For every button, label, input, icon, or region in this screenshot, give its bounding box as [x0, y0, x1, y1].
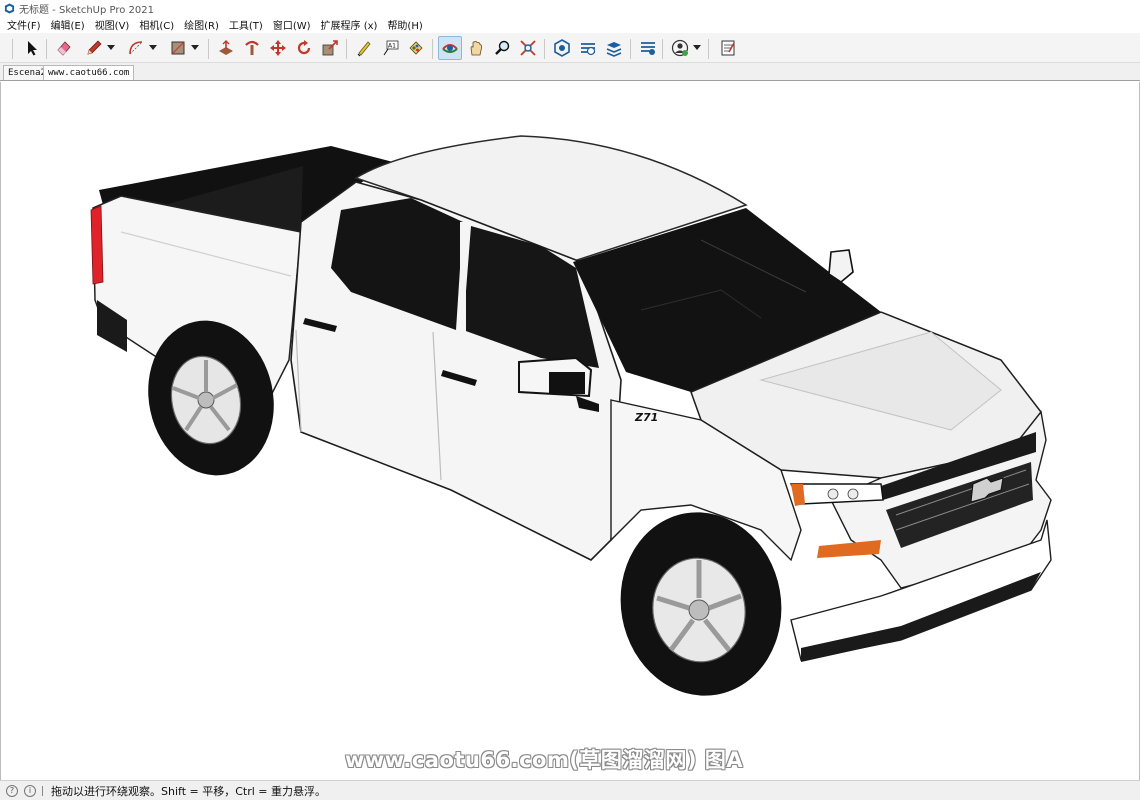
move-tool-button[interactable]: [266, 36, 290, 60]
scene-tab-bar: Escena2 www.caotu66.com: [0, 63, 1140, 81]
toolbar-separator: [12, 39, 13, 59]
scale-icon: [322, 40, 338, 56]
extension-warehouse-button[interactable]: [576, 36, 600, 60]
ruby-console-icon: [641, 42, 655, 55]
window-title: 无标题 - SketchUp Pro 2021: [19, 4, 154, 16]
orbit-tool-button[interactable]: [438, 36, 462, 60]
zoom-icon: [495, 40, 510, 55]
menu-edit[interactable]: 编辑(E): [46, 17, 90, 32]
ruby-console-button[interactable]: [636, 36, 660, 60]
user-account-icon: [671, 39, 689, 57]
toolbar-separator: [708, 39, 709, 59]
text-tool-button[interactable]: A1: [378, 36, 402, 60]
user-account-button[interactable]: [668, 36, 701, 60]
scale-tool-button[interactable]: [318, 36, 342, 60]
menu-file[interactable]: 文件(F): [2, 17, 46, 32]
info-icon[interactable]: i: [24, 784, 36, 797]
tape-measure-tool-button[interactable]: [352, 36, 376, 60]
menu-window[interactable]: 窗口(W): [268, 17, 316, 32]
toolbar-separator: [46, 39, 47, 59]
arc-icon: [129, 41, 143, 55]
move-icon: [270, 40, 286, 56]
follow-me-icon: [245, 40, 259, 55]
menu-draw[interactable]: 绘图(R): [179, 17, 224, 32]
rectangle-icon: [171, 41, 185, 55]
toolbar-separator: [208, 39, 209, 59]
3d-warehouse-button[interactable]: [550, 36, 574, 60]
push-pull-tool-button[interactable]: [214, 36, 238, 60]
tape-measure-icon: [357, 41, 371, 57]
toolbar-separator: [346, 39, 347, 59]
pan-icon: [470, 40, 483, 56]
rotate-icon: [297, 40, 311, 55]
pan-tool-button[interactable]: [464, 36, 488, 60]
dialog-icon: [721, 40, 735, 56]
zoom-extents-icon: [520, 40, 536, 56]
toolbar: A1: [0, 33, 1140, 63]
3d-warehouse-icon: [554, 39, 570, 57]
orbit-icon: [442, 44, 458, 53]
toolbar-separator: [662, 39, 663, 59]
model-viewport[interactable]: Z71 www.caotu66.com(草图溜溜网) 图A: [0, 82, 1140, 780]
geo-location-icon[interactable]: ?: [6, 784, 18, 797]
rectangle-tool-button[interactable]: [166, 36, 199, 60]
select-icon: [28, 41, 37, 56]
zoom-tool-button[interactable]: [490, 36, 514, 60]
arc-tool-button[interactable]: [124, 36, 157, 60]
menu-bar: 文件(F) 编辑(E) 视图(V) 相机(C) 绘图(R) 工具(T) 窗口(W…: [0, 16, 1140, 33]
status-hint-text: 拖动以进行环绕观察。Shift = 平移，Ctrl = 重力悬浮。: [51, 784, 326, 798]
toolbar-separator: [432, 39, 433, 59]
svg-text:A1: A1: [388, 43, 396, 50]
sketchup-logo-icon: [4, 2, 15, 14]
menu-tools[interactable]: 工具(T): [224, 17, 268, 32]
eraser-tool-button[interactable]: [52, 36, 76, 60]
paint-bucket-tool-button[interactable]: [404, 36, 428, 60]
title-bar: 无标题 - SketchUp Pro 2021: [0, 0, 1140, 16]
menu-extensions[interactable]: 扩展程序 (x): [316, 17, 383, 32]
rotate-tool-button[interactable]: [292, 36, 316, 60]
pencil-line-icon: [87, 40, 102, 55]
eraser-icon: [57, 41, 71, 56]
layout-button[interactable]: [602, 36, 626, 60]
menu-camera[interactable]: 相机(C): [134, 17, 179, 32]
line-tool-button[interactable]: [82, 36, 115, 60]
menu-view[interactable]: 视图(V): [90, 17, 135, 32]
toolbar-separator: [630, 39, 631, 59]
extension-warehouse-icon: [581, 43, 596, 56]
z71-badge: Z71: [634, 411, 658, 424]
toolbar-separator: [544, 39, 545, 59]
dialog-button[interactable]: [716, 36, 740, 60]
status-bar: ? i 拖动以进行环绕观察。Shift = 平移，Ctrl = 重力悬浮。: [0, 780, 1140, 800]
push-pull-icon: [219, 40, 233, 55]
follow-me-tool-button[interactable]: [240, 36, 264, 60]
pickup-truck-model: Z71: [90, 135, 1052, 696]
scene-tab-caotu66[interactable]: www.caotu66.com: [43, 65, 135, 80]
layout-icon: [606, 42, 622, 57]
text-label-icon: A1: [383, 40, 399, 56]
status-divider: [42, 785, 43, 796]
select-tool-button[interactable]: [20, 36, 44, 60]
paint-bucket-icon: [409, 41, 423, 55]
zoom-extents-tool-button[interactable]: [516, 36, 540, 60]
watermark-text: www.caotu66.com(草图溜溜网) 图A: [345, 748, 744, 772]
menu-help[interactable]: 帮助(H): [382, 17, 427, 32]
